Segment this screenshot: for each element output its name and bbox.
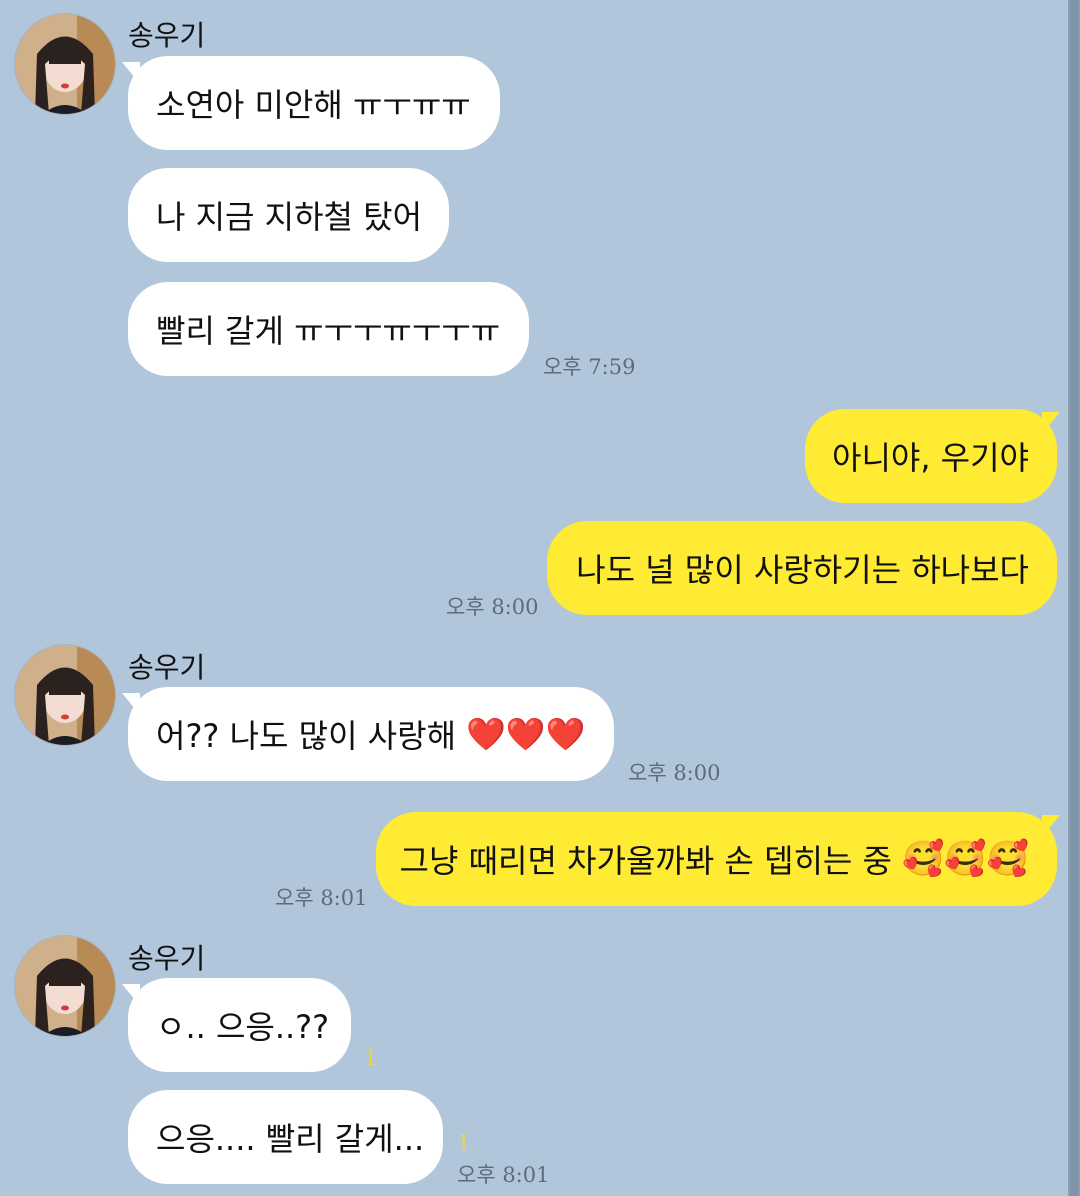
- unread-count: 1: [364, 1046, 378, 1070]
- chat-room: 송우기 소연아 미안해 ㅠㅜㅠㅠ 나 지금 지하철 탔어 빨리 갈게 ㅠㅜㅜㅠㅜ…: [0, 0, 1080, 1196]
- sender-name: 송우기: [128, 19, 206, 52]
- profile-photo-icon: [15, 645, 115, 745]
- message-timestamp: 오후 8:00: [628, 761, 721, 785]
- message-bubble[interactable]: 그냥 때리면 차가울까봐 손 뎁히는 중 🥰🥰🥰: [376, 812, 1057, 906]
- smiling-face-with-hearts-icon: 🥰🥰🥰: [901, 839, 1029, 879]
- scrollbar[interactable]: [1068, 0, 1080, 1196]
- message-text: 소연아 미안해 ㅠㅜㅠㅠ: [156, 86, 471, 124]
- message-text: 으응.... 빨리 갈게...: [156, 1120, 425, 1158]
- message-bubble[interactable]: ㅇ.. 으응..??: [128, 978, 351, 1072]
- avatar[interactable]: [14, 935, 116, 1037]
- sender-name: 송우기: [128, 651, 206, 684]
- message-text: 그냥 때리면 차가울까봐 손 뎁히는 중: [399, 842, 892, 880]
- message-timestamp: 오후 8:00: [446, 595, 539, 619]
- profile-photo-icon: [15, 936, 115, 1036]
- message-text: 아니야, 우기야: [832, 439, 1029, 477]
- avatar[interactable]: [14, 13, 116, 115]
- message-timestamp: 오후 8:01: [275, 886, 368, 910]
- message-text: 나 지금 지하철 탔어: [156, 198, 423, 236]
- message-bubble[interactable]: 빨리 갈게 ㅠㅜㅜㅠㅜㅜㅠ: [128, 282, 529, 376]
- message-timestamp: 오후 7:59: [543, 355, 636, 379]
- message-text: 빨리 갈게 ㅠㅜㅜㅠㅜㅜㅠ: [156, 312, 501, 350]
- message-bubble[interactable]: 어?? 나도 많이 사랑해 ❤️❤️❤️: [128, 687, 614, 781]
- heart-emoji-icon: ❤️❤️❤️: [466, 715, 586, 753]
- profile-photo-icon: [15, 14, 115, 114]
- message-bubble[interactable]: 나도 널 많이 사랑하기는 하나보다: [547, 521, 1057, 615]
- unread-count: 1: [457, 1131, 471, 1155]
- message-text: 나도 널 많이 사랑하기는 하나보다: [576, 551, 1029, 589]
- scrollbar-thumb[interactable]: [1070, 0, 1078, 1196]
- message-timestamp: 오후 8:01: [457, 1163, 550, 1187]
- message-text: ㅇ.. 으응..??: [156, 1008, 330, 1046]
- message-bubble[interactable]: 아니야, 우기야: [805, 409, 1057, 503]
- message-bubble[interactable]: 으응.... 빨리 갈게...: [128, 1090, 443, 1184]
- sender-name: 송우기: [128, 942, 206, 975]
- message-text: 어?? 나도 많이 사랑해: [156, 717, 457, 755]
- avatar[interactable]: [14, 644, 116, 746]
- message-bubble[interactable]: 나 지금 지하철 탔어: [128, 168, 449, 262]
- message-bubble[interactable]: 소연아 미안해 ㅠㅜㅠㅠ: [128, 56, 500, 150]
